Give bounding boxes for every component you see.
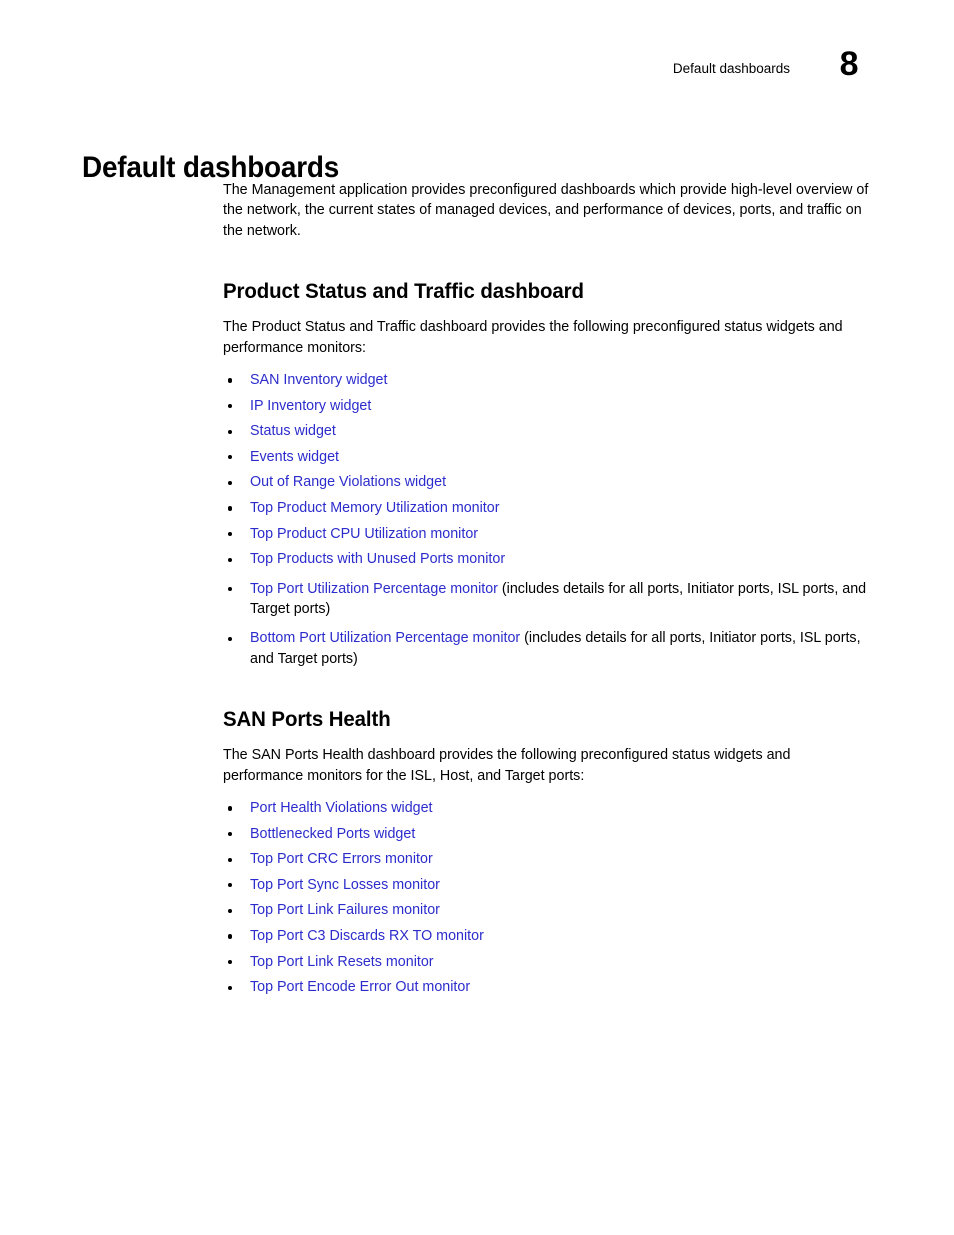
bullet-icon (228, 404, 233, 409)
list-item: Top Port CRC Errors monitor (223, 849, 871, 869)
sections-container: Product Status and Traffic dashboard The … (223, 241, 871, 997)
section-bullet-list: Port Health Violations widget Bottlenecke… (223, 798, 871, 998)
bullet-icon (228, 806, 233, 811)
list-item: Top Port Encode Error Out monitor (223, 977, 871, 997)
section-heading: Product Status and Traffic dashboard (223, 279, 584, 304)
running-header-title: Default dashboards (672, 61, 790, 76)
list-item: Bottom Port Utilization Percentage monit… (223, 628, 871, 669)
body-column: The Management application provides prec… (223, 180, 871, 998)
cross-reference-link[interactable]: Top Port C3 Discards RX TO monitor (250, 928, 484, 944)
list-item: Top Products with Unused Ports monitor (223, 549, 871, 569)
cross-reference-link[interactable]: Top Port Encode Error Out monitor (250, 979, 470, 995)
list-item: Top Product Memory Utilization monitor (223, 498, 871, 518)
running-header: Default dashboards 8 (82, 45, 872, 102)
intro-paragraph: The Management application provides prec… (223, 182, 869, 239)
cross-reference-link[interactable]: Top Port Link Failures monitor (250, 902, 440, 918)
list-item: Top Port Utilization Percentage monitor … (223, 579, 871, 620)
section-heading: SAN Ports Health (223, 707, 391, 732)
bullet-icon (228, 557, 233, 562)
cross-reference-link[interactable]: Bottlenecked Ports widget (250, 826, 415, 842)
cross-reference-link[interactable]: Port Health Violations widget (250, 800, 433, 816)
list-item: Status widget (223, 421, 871, 441)
list-item: Port Health Violations widget (223, 798, 871, 818)
list-item: Bottlenecked Ports widget (223, 824, 871, 844)
bullet-icon (228, 857, 233, 862)
list-item: Top Port C3 Discards RX TO monitor (223, 926, 871, 946)
list-item: Top Product CPU Utilization monitor (223, 524, 871, 544)
cross-reference-link[interactable]: Status widget (250, 423, 336, 439)
cross-reference-link[interactable]: Top Product CPU Utilization monitor (250, 526, 478, 542)
bullet-icon (228, 586, 233, 592)
cross-reference-link[interactable]: Top Port Sync Losses monitor (250, 877, 440, 893)
heading-paragraph-spacer (223, 731, 871, 745)
cross-reference-link[interactable]: IP Inventory widget (250, 398, 371, 414)
document-page: Default dashboards 8 Default dashboards … (0, 0, 954, 1235)
list-item: Events widget (223, 447, 871, 467)
cross-reference-link[interactable]: Bottom Port Utilization Percentage monit… (250, 630, 520, 646)
list-item: SAN Inventory widget (223, 370, 871, 390)
list-item: IP Inventory widget (223, 396, 871, 416)
list-item: Top Port Sync Losses monitor (223, 875, 871, 895)
cross-reference-link[interactable]: Top Port CRC Errors monitor (250, 851, 433, 867)
list-item: Out of Range Violations widget (223, 472, 871, 492)
list-item: Top Port Link Resets monitor (223, 952, 871, 972)
section-bullet-list: SAN Inventory widget IP Inventory widget S… (223, 370, 871, 669)
bullet-icon (228, 378, 233, 383)
cross-reference-link[interactable]: Top Products with Unused Ports monitor (250, 551, 505, 567)
chapter-number: 8 (839, 45, 859, 83)
paragraph-list-spacer (223, 786, 871, 798)
section-paragraph: The SAN Ports Health dashboard provides … (223, 747, 791, 784)
bullet-icon (228, 636, 233, 641)
cross-reference-link[interactable]: Out of Range Violations widget (250, 474, 446, 490)
bullet-icon (228, 429, 233, 434)
list-item: Top Port Link Failures monitor (223, 900, 871, 920)
bullet-icon (228, 934, 233, 939)
bullet-icon (228, 908, 233, 913)
section-paragraph: The Product Status and Traffic dashboard… (223, 319, 843, 356)
bullet-icon (228, 985, 233, 990)
cross-reference-link[interactable]: SAN Inventory widget (250, 372, 387, 388)
cross-reference-link[interactable]: Top Port Link Resets monitor (250, 954, 434, 970)
heading-paragraph-spacer (223, 303, 871, 317)
bullet-icon (228, 832, 233, 837)
cross-reference-link[interactable]: Top Port Utilization Percentage monitor (250, 581, 498, 597)
bullet-icon (228, 506, 233, 511)
bullet-icon (228, 455, 233, 460)
bullet-icon (228, 959, 233, 965)
bullet-icon (228, 480, 233, 485)
cross-reference-link[interactable]: Top Product Memory Utilization monitor (250, 500, 500, 516)
paragraph-list-spacer (223, 358, 871, 370)
cross-reference-link[interactable]: Events widget (250, 449, 339, 465)
bullet-icon (228, 883, 233, 888)
bullet-icon (228, 531, 233, 537)
